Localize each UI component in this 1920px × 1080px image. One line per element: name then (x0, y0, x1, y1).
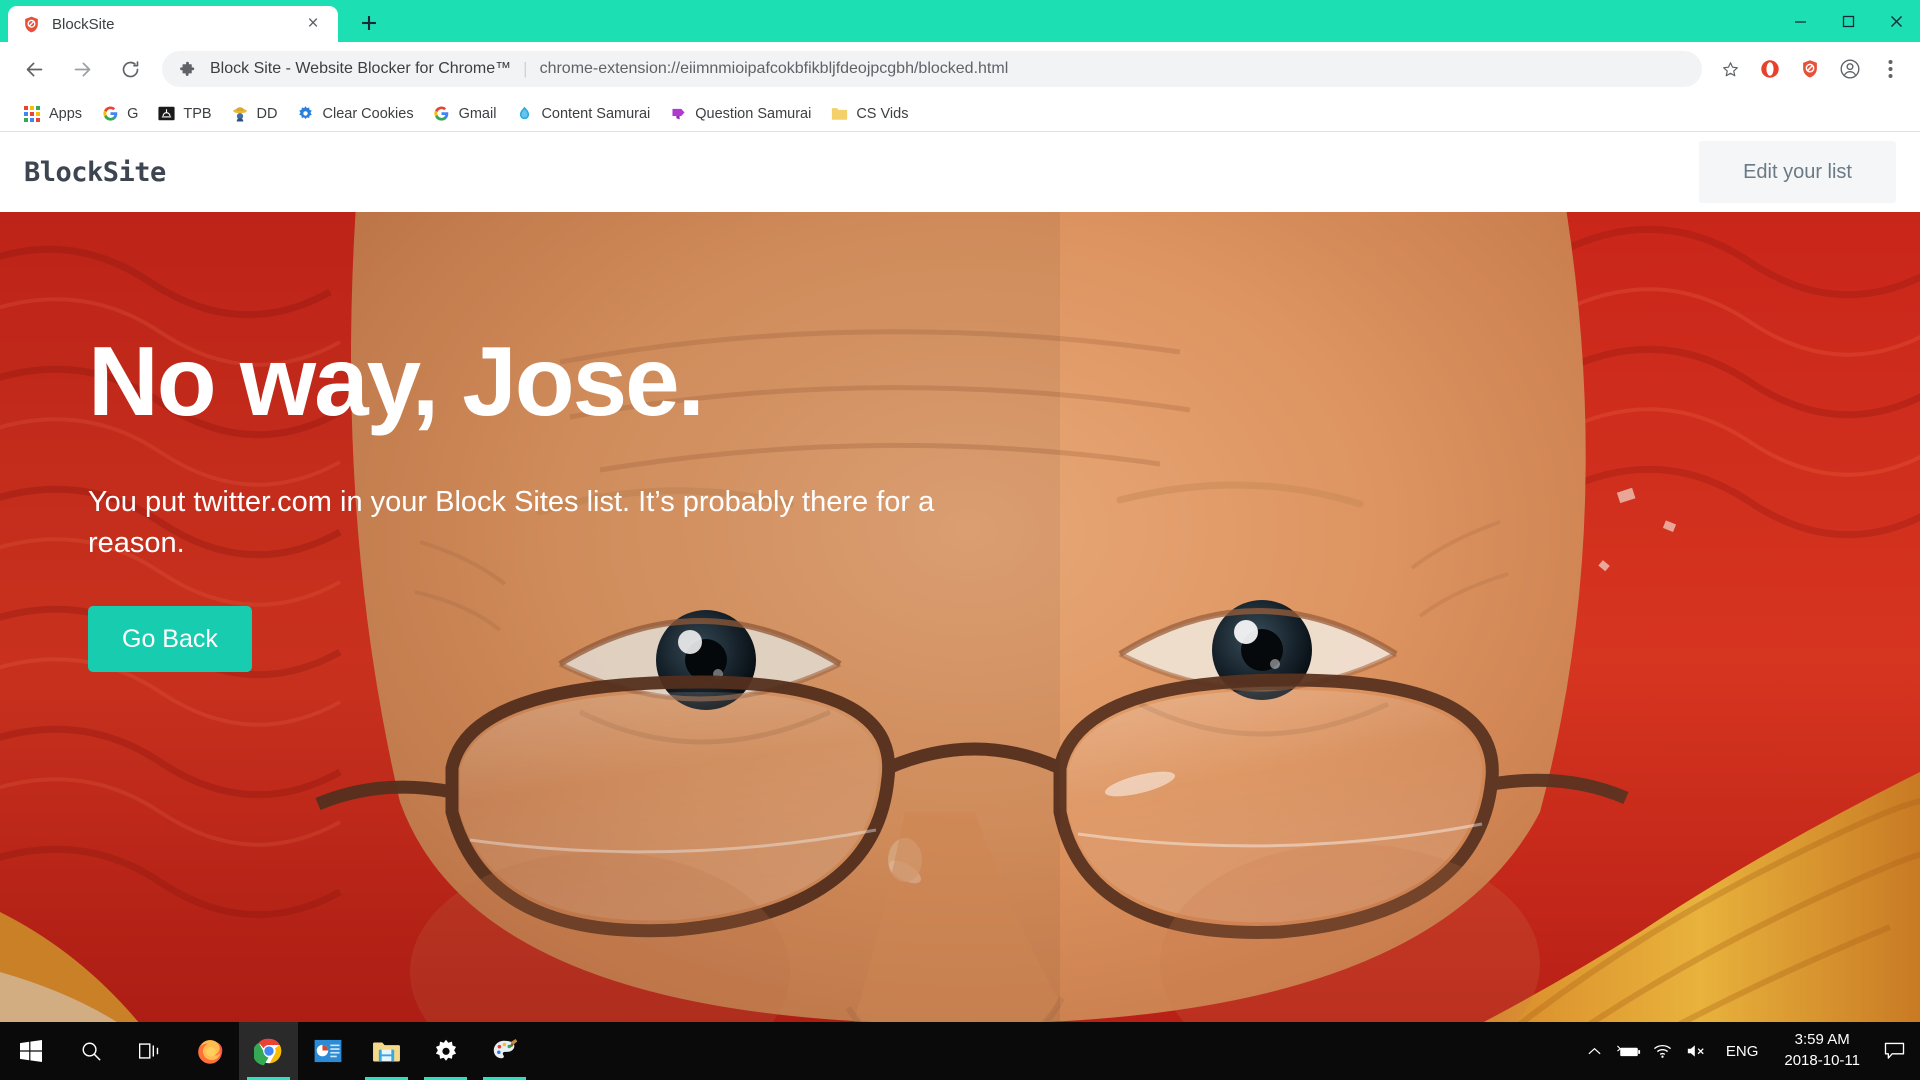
content-samurai-icon (514, 104, 534, 124)
clock-time: 3:59 AM (1794, 1031, 1850, 1049)
search-button[interactable] (62, 1022, 121, 1080)
notification-icon[interactable] (1874, 1022, 1914, 1080)
gmail-icon (432, 104, 452, 124)
bookmarks-bar: Apps G TPB DD Clear Cookies Gmail Conten… (0, 96, 1920, 132)
bookmark-label: DD (256, 105, 278, 122)
forward-button[interactable] (62, 49, 102, 89)
bookmark-label: Gmail (458, 105, 497, 122)
apps-grid-icon (22, 104, 42, 124)
close-icon[interactable]: × (300, 11, 326, 37)
hero-section: No way, Jose. You put twitter.com in you… (0, 212, 1920, 1024)
tab-strip: BlockSite × (0, 0, 1920, 42)
bookmark-label: G (127, 105, 139, 122)
windows-taskbar: ENG 3:59 AM 2018-10-11 (0, 1022, 1920, 1080)
address-bar[interactable]: Block Site - Website Blocker for Chrome™… (162, 51, 1702, 87)
task-view-button[interactable] (121, 1022, 180, 1080)
google-icon (100, 104, 120, 124)
browser-toolbar: Block Site - Website Blocker for Chrome™… (0, 42, 1920, 96)
blocksite-extension-icon[interactable] (1790, 49, 1830, 89)
window-controls (1776, 0, 1920, 42)
reload-button[interactable] (110, 49, 150, 89)
language-indicator[interactable]: ENG (1714, 1043, 1771, 1060)
paint-taskbar-icon[interactable] (475, 1022, 534, 1080)
settings-taskbar-icon[interactable] (416, 1022, 475, 1080)
back-button[interactable] (14, 49, 54, 89)
bookmark-label: Question Samurai (695, 105, 812, 122)
clock[interactable]: 3:59 AM 2018-10-11 (1770, 1030, 1874, 1071)
omnibox-separator: | (523, 59, 528, 78)
start-button[interactable] (0, 1022, 62, 1080)
blocksite-logo: BlockSite (24, 156, 166, 188)
battery-charging-icon[interactable] (1612, 1022, 1646, 1080)
bookmark-question-samurai[interactable]: Question Samurai (660, 100, 819, 128)
file-explorer-taskbar-icon[interactable] (357, 1022, 416, 1080)
new-tab-button[interactable] (352, 6, 386, 40)
blocksite-shield-icon (20, 13, 42, 35)
close-window-button[interactable] (1872, 0, 1920, 42)
page-headline: No way, Jose. (88, 326, 705, 436)
bookmark-label: Content Samurai (541, 105, 651, 122)
bookmark-gmail[interactable]: Gmail (424, 100, 505, 128)
gear-blue-icon (296, 104, 316, 124)
page-subtext: You put twitter.com in your Block Sites … (88, 486, 935, 560)
profile-avatar-icon[interactable] (1830, 49, 1870, 89)
show-hidden-icons-chevron-icon[interactable] (1578, 1022, 1612, 1080)
page-title-in-omnibox: Block Site - Website Blocker for Chrome™ (210, 60, 512, 77)
wifi-icon[interactable] (1646, 1022, 1680, 1080)
hero-content: No way, Jose. You put twitter.com in you… (0, 212, 1000, 673)
bookmark-label: Clear Cookies (322, 105, 414, 122)
minimize-button[interactable] (1776, 0, 1824, 42)
bookmark-cs-vids[interactable]: CS Vids (821, 100, 916, 128)
clock-date: 2018-10-11 (1784, 1052, 1860, 1069)
edit-your-list-button[interactable]: Edit your list (1699, 141, 1896, 203)
folder-yellow-icon (829, 104, 849, 124)
bookmark-label: TPB (183, 105, 212, 122)
bookmark-apps[interactable]: Apps (14, 100, 90, 128)
detective-icon (230, 104, 250, 124)
three-dot-menu-icon[interactable] (1870, 49, 1910, 89)
bookmark-tpb[interactable]: TPB (148, 100, 219, 128)
go-back-button[interactable]: Go Back (88, 606, 252, 673)
bookmark-clear-cookies[interactable]: Clear Cookies (288, 100, 422, 128)
question-samurai-icon (668, 104, 688, 124)
opera-extension-icon[interactable] (1750, 49, 1790, 89)
chrome-taskbar-icon[interactable] (239, 1022, 298, 1080)
pirate-bay-icon (156, 104, 176, 124)
page-header: BlockSite Edit your list (0, 132, 1920, 212)
powerpoint-taskbar-icon[interactable] (298, 1022, 357, 1080)
browser-tab-blocksite[interactable]: BlockSite × (8, 6, 338, 42)
firefox-taskbar-icon[interactable] (180, 1022, 239, 1080)
maximize-button[interactable] (1824, 0, 1872, 42)
bookmark-content-samurai[interactable]: Content Samurai (506, 100, 658, 128)
toolbar-right-actions (1710, 49, 1910, 89)
bookmark-label: Apps (49, 105, 83, 122)
system-tray: ENG 3:59 AM 2018-10-11 (1578, 1022, 1920, 1080)
bookmark-label: CS Vids (856, 105, 909, 122)
bookmark-dd[interactable]: DD (222, 100, 286, 128)
bookmark-star-icon[interactable] (1710, 49, 1750, 89)
tab-title: BlockSite (52, 15, 115, 33)
url-text: chrome-extension://eiimnmioipafcokbfikbl… (539, 60, 1009, 77)
blocksite-page: BlockSite Edit your list No way, Jose. Y… (0, 132, 1920, 1024)
bookmark-g[interactable]: G (92, 100, 146, 128)
puzzle-piece-icon (176, 61, 198, 78)
chrome-browser-window: BlockSite × Block Site - Website Blocker… (0, 0, 1920, 1024)
volume-muted-icon[interactable] (1680, 1022, 1714, 1080)
